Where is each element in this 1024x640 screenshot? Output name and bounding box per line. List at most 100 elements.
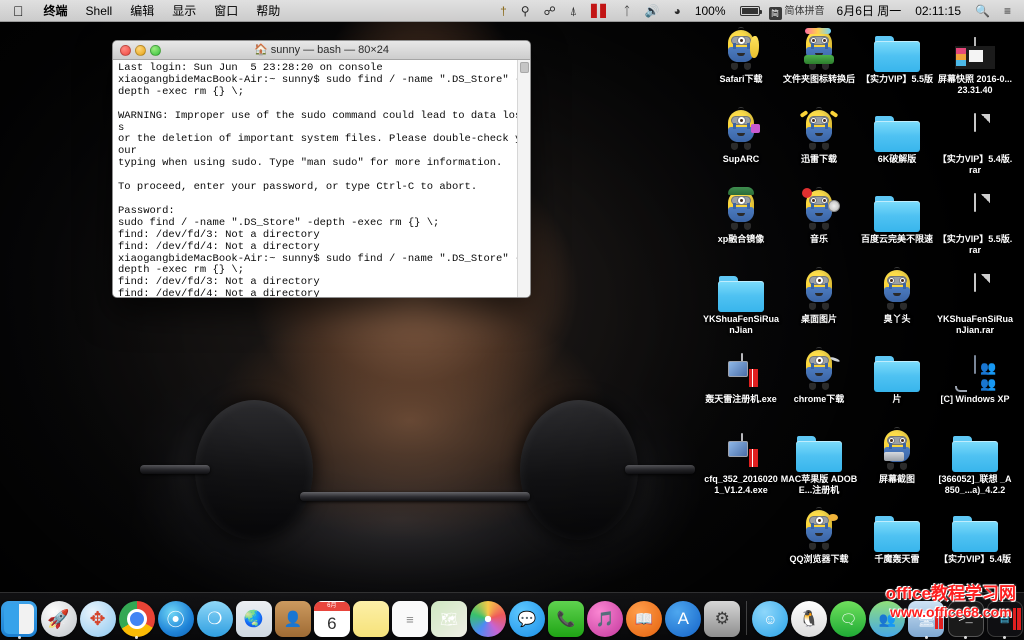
airplay-icon[interactable]: ⍋ — [563, 0, 584, 22]
desktop-icon[interactable]: 轰天雷注册机.exe — [702, 342, 780, 405]
dagger-icon[interactable]: † — [493, 0, 514, 22]
terminal-scrollbar[interactable] — [517, 60, 530, 297]
dock-item-browser-blue[interactable]: ⦿ — [157, 597, 194, 637]
input-method-indicator[interactable]: 简简体拼音 — [767, 2, 830, 20]
minion-leg-left — [809, 223, 816, 230]
desktop-icon[interactable]: 👥👥 [C] Windows XP — [936, 342, 1014, 405]
antenna-icon[interactable]: ☍ — [537, 0, 563, 22]
desktop-icon[interactable]: 【实力VIP】5.4版.rar — [936, 102, 1014, 175]
photos-frame-icon: 🌏 — [235, 601, 272, 637]
dock[interactable]: 🚀 ✥ ⦿ ❍ 🌏 👤 6月 6 ≡ 🗺 💬 📞 🎵 📖 A ⚙ ☺ 🐧 🗨 👥 🖥 >_ ▤ — [0, 592, 1024, 640]
dock-item-itunes[interactable]: 🎵 — [587, 597, 624, 637]
volume-icon[interactable]: 🔊 — [638, 0, 667, 22]
dock-item-notes[interactable] — [352, 597, 389, 637]
menu-bar-date[interactable]: 6月6日 周一 — [830, 0, 909, 22]
menu-item-window[interactable]: 窗口 — [205, 0, 247, 22]
apple-logo-icon[interactable]:  — [0, 4, 35, 18]
minion-pupil — [818, 279, 821, 282]
dock-item-facetime[interactable]: 📞 — [548, 597, 585, 637]
battery-percent-label[interactable]: 100% — [688, 0, 733, 22]
menu-item-terminal[interactable]: 终端 — [35, 0, 77, 22]
dock-item-calendar[interactable]: 6月 6 — [313, 597, 350, 637]
exe-file-icon — [724, 353, 758, 392]
desktop-icon[interactable]: SupARC — [702, 102, 780, 165]
dock-item-app-store[interactable]: A — [665, 597, 702, 637]
menu-bar[interactable]:  终端 Shell 编辑 显示 窗口 帮助 † ⚲ ☍ ⍋ ▋▋ ᛏ 🔊 ◕ … — [0, 0, 1024, 22]
dock-item-qq[interactable]: 🐧 — [791, 597, 828, 637]
dock-item-system-preferences[interactable]: ⚙ — [704, 597, 741, 637]
menu-bar-app-menus[interactable]:  终端 Shell 编辑 显示 窗口 帮助 — [0, 0, 289, 22]
terminal-title-bar[interactable]: 🏠 sunny — bash — 80×24 — [113, 41, 530, 60]
ime-label: 简体拼音 — [784, 5, 825, 17]
search-icon[interactable]: 🔍 — [968, 0, 997, 22]
dock-running-indicator — [17, 636, 21, 639]
dock-item-safari[interactable]: ✥ — [79, 597, 116, 637]
dock-item-terminal[interactable]: >_ — [947, 597, 984, 639]
folder-body — [718, 281, 764, 312]
desktop-icon[interactable]: YKShuaFenSiRuanJian — [702, 262, 780, 335]
code-editor-icon: ▤ — [986, 601, 1023, 637]
document-page — [974, 273, 976, 292]
desktop-icon[interactable]: [366052]_联想 _A850_...a)_4.2.2 — [936, 422, 1014, 495]
dock-item-qq-contacts[interactable]: 👥 — [869, 597, 906, 637]
desktop-icon[interactable]: 臭丫头 — [858, 262, 936, 325]
battery-icon[interactable] — [733, 5, 767, 16]
dock-item-reminders[interactable]: ≡ — [391, 597, 428, 637]
menu-item-edit[interactable]: 编辑 — [121, 0, 163, 22]
desktop-icon[interactable]: 片 — [858, 342, 936, 405]
desktop-icon[interactable]: xp融合镜像 — [702, 182, 780, 245]
dock-item-maps[interactable]: 🗺 — [430, 597, 467, 637]
desktop-icon[interactable]: Safari下载 — [702, 22, 780, 85]
desktop-icon-label: 屏幕截图 — [878, 474, 915, 484]
wifi-icon[interactable]: ◕ — [667, 0, 688, 22]
terminal-window[interactable]: 🏠 sunny — bash — 80×24 Last login: Sun J… — [112, 40, 531, 298]
menu-item-view[interactable]: 显示 — [163, 0, 205, 22]
dock-item-remote-desktop[interactable]: 🖥 — [908, 597, 945, 639]
menu-item-help[interactable]: 帮助 — [247, 0, 289, 22]
notification-center-icon[interactable]: ≡ — [997, 0, 1018, 22]
desktop-icon[interactable]: 屏幕截图 — [858, 422, 936, 485]
dock-item-contacts[interactable]: 👤 — [274, 597, 311, 637]
pause-icon[interactable]: ▋▋ — [584, 0, 616, 22]
desktop-icon[interactable]: 【实力VIP】5.5版 — [858, 22, 936, 85]
terminal-output[interactable]: Last login: Sun Jun 5 23:28:20 on consol… — [113, 60, 530, 297]
desktop-icon[interactable]: MAC苹果版 ADOBE...注册机 — [780, 422, 858, 495]
dock-item-photos-frame[interactable]: 🌏 — [235, 597, 272, 637]
desktop-icon[interactable]: 文件夹图标转换后 — [780, 22, 858, 85]
dock-item-launchpad[interactable]: 🚀 — [40, 597, 77, 637]
desktop-icon[interactable]: 千魔轰天雷 — [858, 502, 936, 565]
desktop-icon[interactable]: cfq_352_2016020 1_V1.2.4.exe — [702, 422, 780, 495]
menu-item-shell[interactable]: Shell — [77, 0, 122, 22]
menu-bar-status-items[interactable]: † ⚲ ☍ ⍋ ▋▋ ᛏ 🔊 ◕ 100% 简简体拼音 6月6日 周一 02:1… — [493, 0, 1024, 22]
desktop-icon[interactable]: 桌面图片 — [780, 262, 858, 325]
dock-item-chrome[interactable] — [118, 597, 155, 639]
desktop-icon-art — [858, 102, 936, 152]
dock-item-aliwangwang[interactable]: ☺ — [752, 597, 789, 637]
desktop-icon[interactable]: YKShuaFenSiRuanJian.rar — [936, 262, 1014, 335]
desktop-icon[interactable]: 音乐 — [780, 182, 858, 245]
dock-item-ibooks[interactable]: 📖 — [626, 597, 663, 637]
dock-item-finder[interactable] — [1, 597, 38, 639]
terminal-scrollbar-thumb[interactable] — [520, 62, 529, 73]
desktop-icon[interactable]: 屏幕快照 2016-0...23.31.40 — [936, 22, 1014, 95]
dock-item-photos[interactable] — [470, 597, 507, 637]
desktop-icon[interactable]: QQ浏览器下载 — [780, 502, 858, 565]
desktop-icon[interactable]: 百度云完美不限速 — [858, 182, 936, 245]
desktop-icon[interactable]: 迅雷下载 — [780, 102, 858, 165]
menu-bar-clock[interactable]: 02:11:15 — [908, 0, 968, 22]
desktop-icon[interactable]: chrome下载 — [780, 342, 858, 405]
dock-item-wechat[interactable]: 🗨 — [830, 597, 867, 637]
ethernet-icon[interactable]: ⚲ — [514, 0, 537, 22]
dock-running-indicator — [924, 636, 928, 639]
dock-item-qq-browser[interactable]: ❍ — [196, 597, 233, 637]
minion-leg-left — [809, 383, 816, 390]
calendar-month: 6月 — [313, 601, 350, 611]
dock-item-code-editor[interactable]: ▤ — [986, 597, 1023, 639]
desktop-icon[interactable]: 【实力VIP】5.4版 — [936, 502, 1014, 565]
bluetooth-icon[interactable]: ᛏ — [616, 0, 637, 22]
desktop-icon-grid[interactable]: Safari下载 文件夹图标转换后 【实力VIP】5.5版 屏幕快照 2016-0..… — [694, 22, 1024, 592]
dock-item-messages[interactable]: 💬 — [509, 597, 546, 637]
desktop[interactable]:  终端 Shell 编辑 显示 窗口 帮助 † ⚲ ☍ ⍋ ▋▋ ᛏ 🔊 ◕ … — [0, 0, 1024, 640]
desktop-icon[interactable]: 【实力VIP】5.5版.rar — [936, 182, 1014, 255]
desktop-icon[interactable]: 6K破解版 — [858, 102, 936, 165]
